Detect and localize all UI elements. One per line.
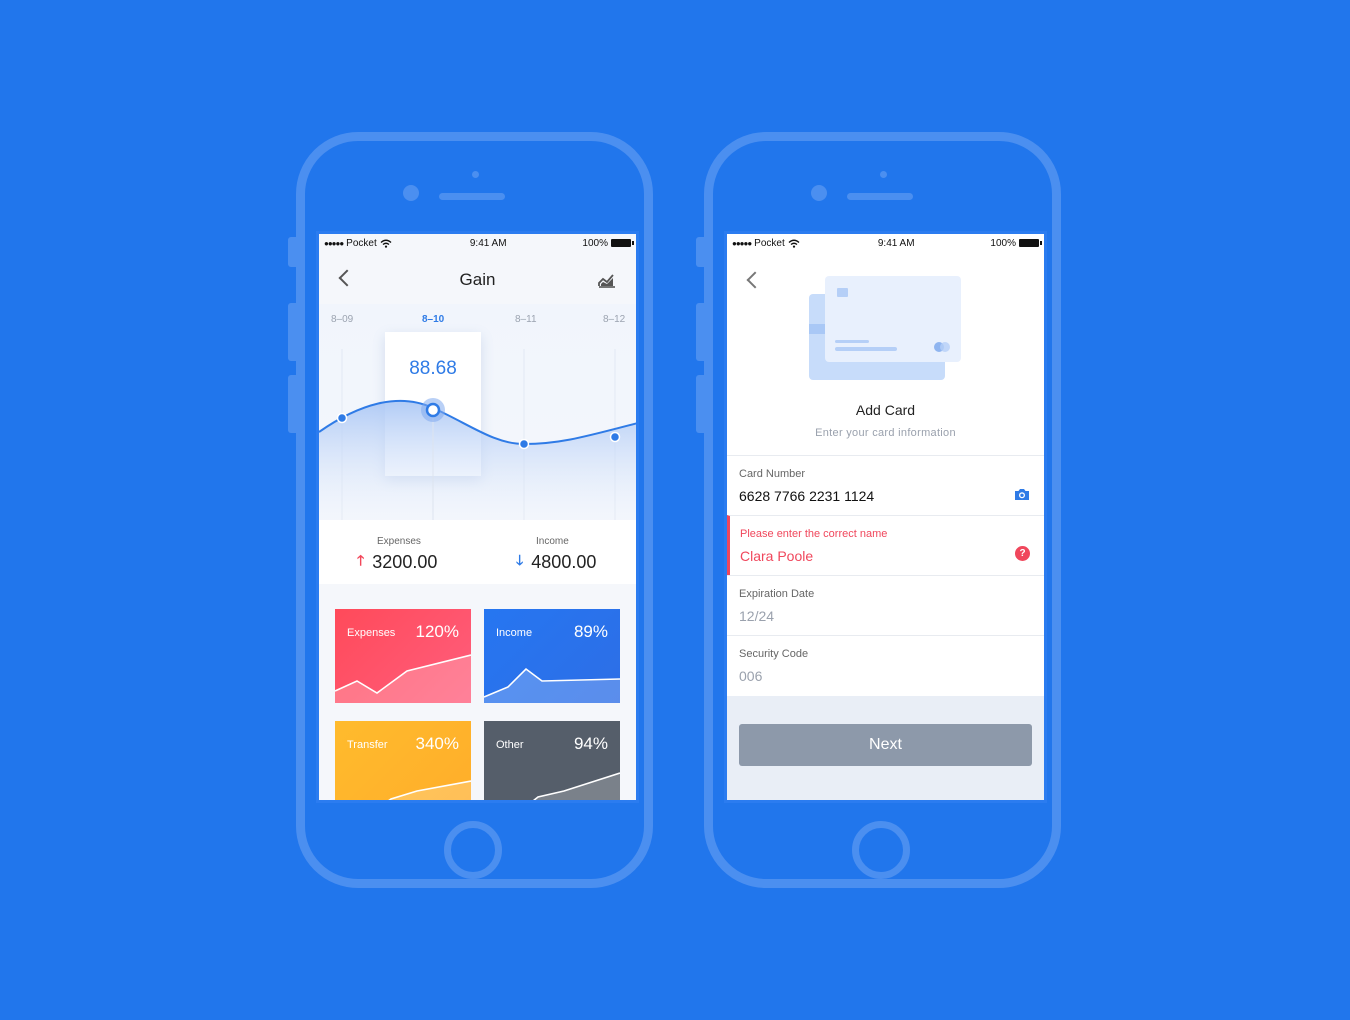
battery-icon (611, 239, 634, 247)
add-card-title: Add Card (855, 402, 916, 418)
mute-switch (696, 237, 704, 267)
card-number-input[interactable]: 6628 7766 2231 1124 (739, 488, 874, 504)
volume-up-button (696, 303, 704, 361)
home-button[interactable] (852, 821, 910, 879)
tile-label: Transfer (347, 739, 388, 751)
tile-label: Income (496, 627, 533, 639)
security-code-input[interactable]: 006 (739, 668, 762, 684)
sparkline (484, 667, 620, 703)
other-tile[interactable]: Other 94% (484, 721, 620, 800)
transfer-tile[interactable]: Transfer 340% (335, 721, 471, 800)
data-point[interactable] (336, 412, 348, 424)
battery-icon (1019, 239, 1042, 247)
sparkline (388, 780, 471, 800)
page-title: Gain (459, 270, 496, 289)
nav-bar: Gain (319, 262, 636, 298)
sparkline (335, 654, 471, 703)
footer: Next (727, 696, 1044, 800)
arrow-up-icon: 🡑 (357, 552, 365, 568)
tile-percent: 340% (415, 734, 459, 753)
add-card-subtitle: Enter your card information (815, 427, 956, 439)
battery-percent: 100% (990, 237, 1016, 249)
gain-curve (319, 398, 636, 520)
income-total: Income 🡓 4800.00 (516, 536, 596, 574)
signal-icon: ●●●●● (324, 238, 344, 248)
gain-screen: ●●●●● Pocket 9:41 AM 100% Gain 8–09 8–10… (316, 231, 639, 803)
mute-switch (288, 237, 296, 267)
carrier-name: Pocket (754, 237, 785, 249)
expiration-label: Expiration Date (739, 588, 815, 600)
expenses-tile[interactable]: Expenses 120% (335, 609, 471, 703)
security-code-field[interactable]: Security Code 006 (727, 635, 1044, 695)
card-number-field[interactable]: Card Number 6628 7766 2231 1124 (727, 455, 1044, 515)
chart-toggle-icon[interactable] (598, 272, 616, 288)
expenses-value: 3200.00 (372, 551, 438, 572)
income-value: 4800.00 (531, 551, 597, 572)
status-bar: ●●●●● Pocket 9:41 AM 100% (319, 234, 636, 252)
proximity-sensor (880, 171, 887, 178)
wifi-icon (788, 239, 800, 248)
arrow-down-icon: 🡓 (516, 552, 524, 568)
volume-down-button (288, 375, 296, 433)
carrier-name: Pocket (346, 237, 377, 249)
proximity-sensor (472, 171, 479, 178)
income-label: Income (536, 536, 569, 547)
cardholder-name-field[interactable]: Please enter the correct name Clara Pool… (727, 515, 1044, 575)
add-card-screen: ●●●●● Pocket 9:41 AM 100% Add Card Enter… (724, 231, 1047, 803)
income-tile[interactable]: Income 89% (484, 609, 620, 703)
area-fill (319, 400, 636, 520)
volume-down-button (696, 375, 704, 433)
help-icon[interactable]: ? (1015, 546, 1030, 561)
next-button[interactable]: Next (739, 724, 1032, 766)
expenses-total: Expenses 🡑 3200.00 (357, 536, 437, 574)
tile-label: Expenses (347, 627, 396, 639)
totals-summary: Expenses 🡑 3200.00 Income 🡓 4800.00 (319, 520, 636, 584)
expiration-input[interactable]: 12/24 (739, 608, 774, 624)
expenses-label: Expenses (377, 536, 421, 547)
tile-label: Other (496, 739, 524, 751)
signal-icon: ●●●●● (732, 238, 752, 248)
home-button[interactable] (444, 821, 502, 879)
speaker (847, 193, 913, 200)
card-number-label: Card Number (739, 468, 806, 480)
back-arrow-icon[interactable] (746, 271, 764, 289)
selected-data-point[interactable] (425, 402, 441, 418)
camera-icon[interactable] (1014, 488, 1030, 501)
front-camera (811, 185, 827, 201)
tile-percent: 120% (415, 622, 459, 641)
data-point[interactable] (609, 431, 621, 443)
credit-card-illustration (809, 276, 961, 380)
sparkline (532, 772, 620, 800)
battery-percent: 100% (582, 237, 608, 249)
speaker (439, 193, 505, 200)
gain-chart[interactable]: 8–09 8–10 8–11 8–12 88.68 (319, 304, 636, 520)
data-point[interactable] (518, 438, 530, 450)
tile-percent: 94% (573, 734, 608, 753)
security-code-label: Security Code (739, 648, 809, 660)
status-bar: ●●●●● Pocket 9:41 AM 100% (727, 234, 1044, 252)
status-time: 9:41 AM (877, 237, 915, 249)
front-camera (403, 185, 419, 201)
volume-up-button (288, 303, 296, 361)
expiration-date-field[interactable]: Expiration Date 12/24 (727, 575, 1044, 635)
status-time: 9:41 AM (469, 237, 507, 249)
name-error-message: Please enter the correct name (740, 528, 888, 540)
cardholder-name-input[interactable]: Clara Poole (740, 548, 813, 564)
tile-percent: 89% (573, 622, 608, 641)
wifi-icon (380, 239, 392, 248)
